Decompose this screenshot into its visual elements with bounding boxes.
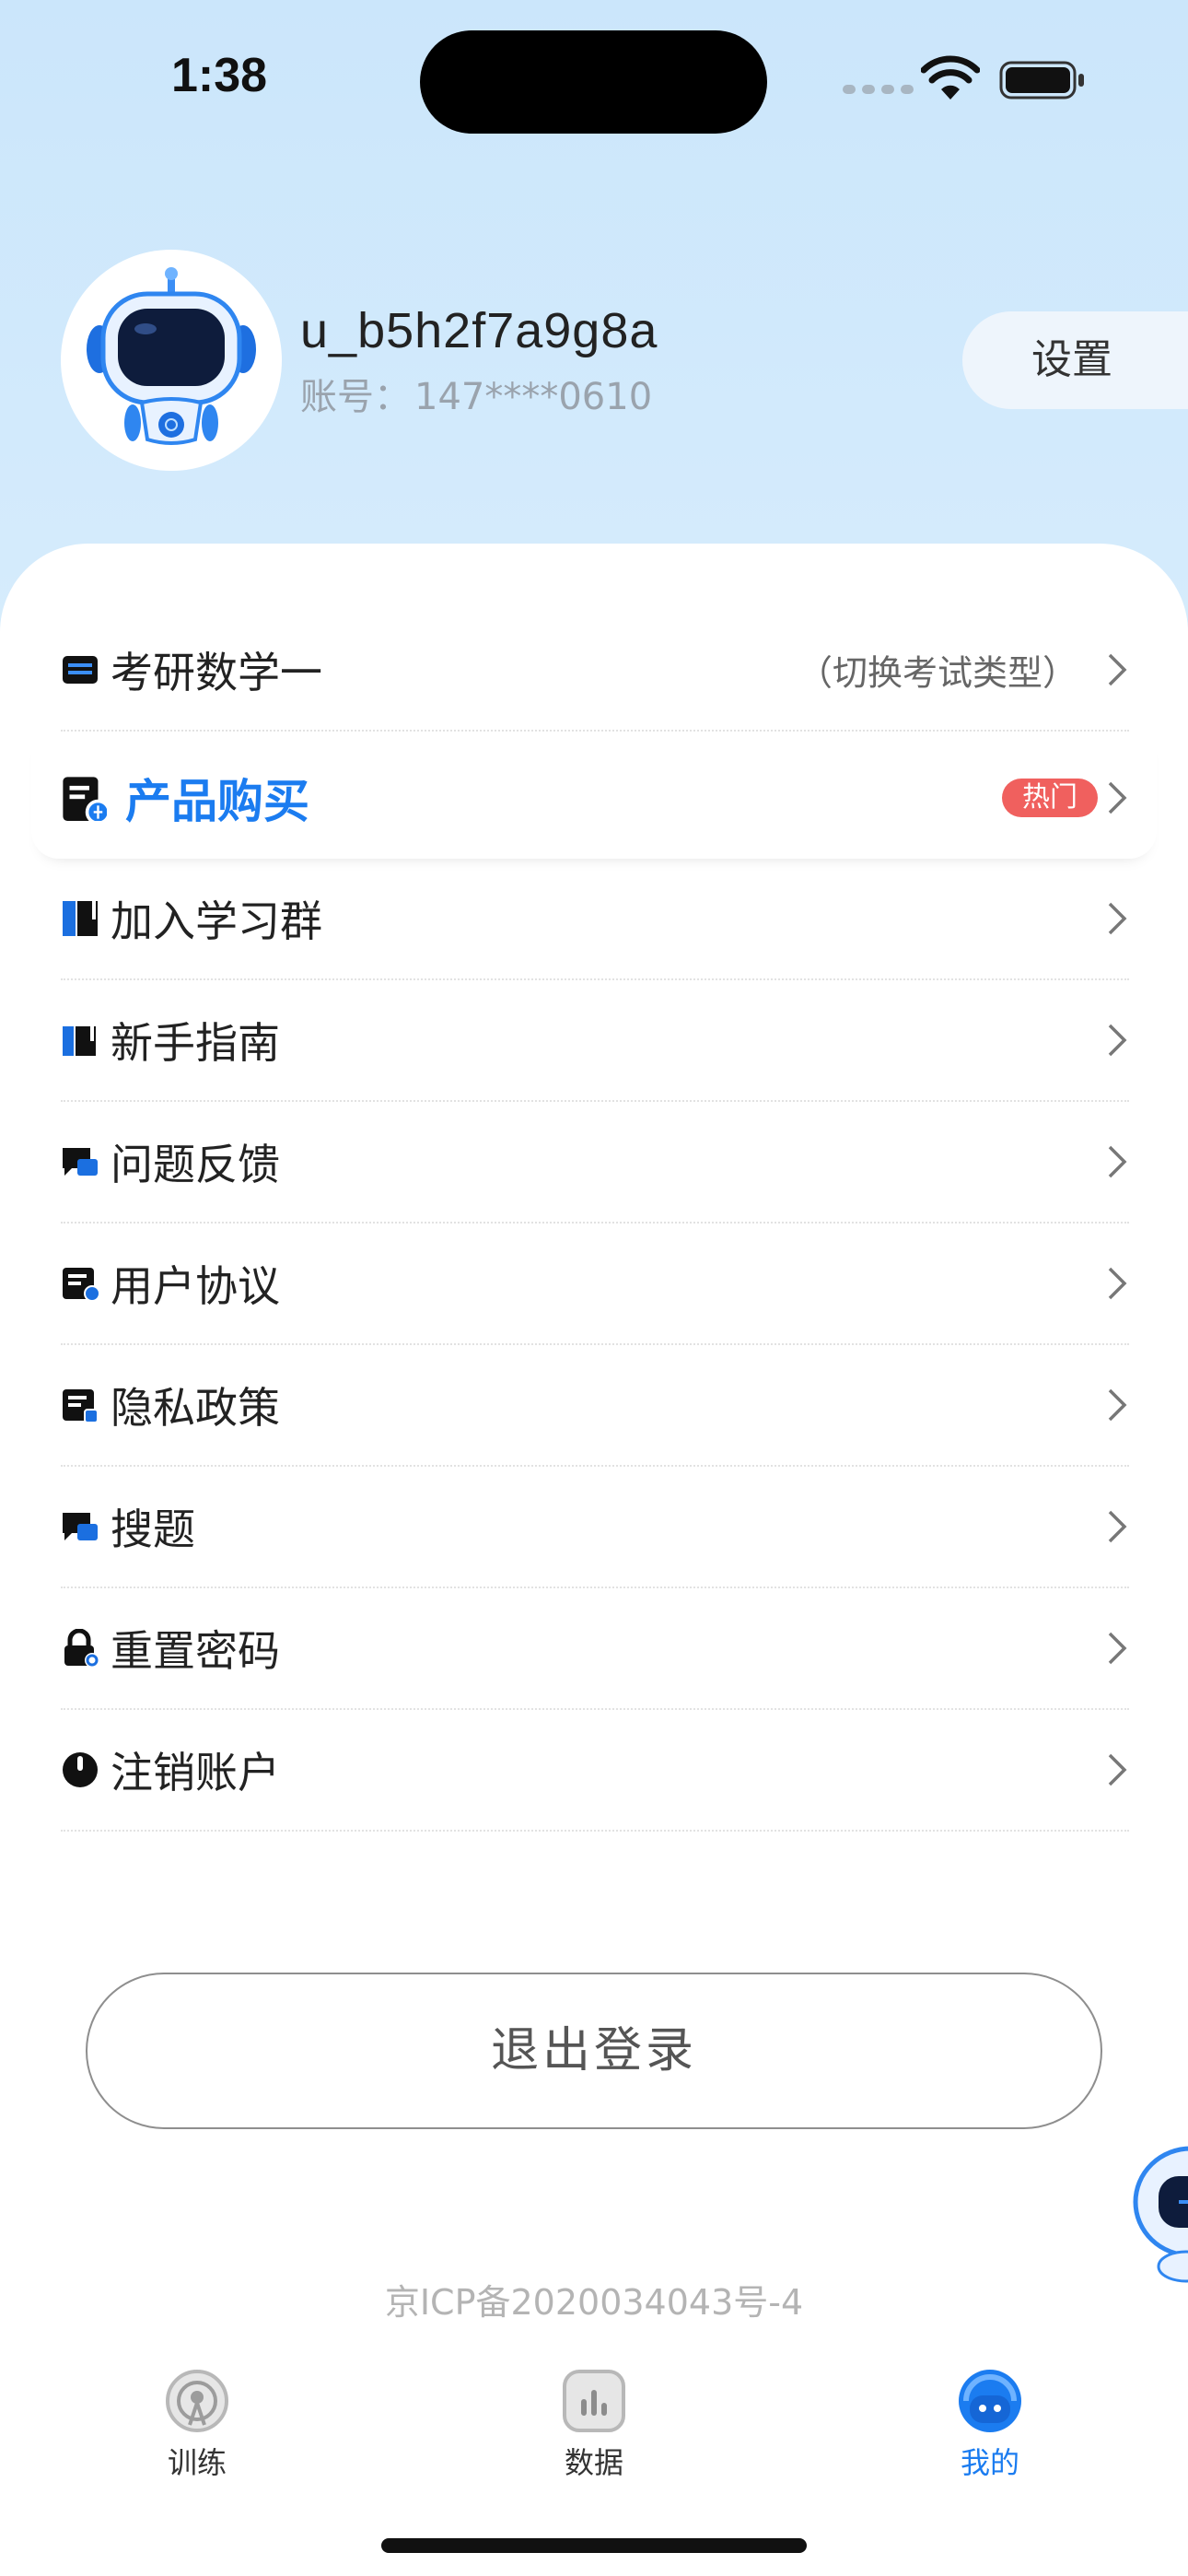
menu-item-search-questions[interactable]: 搜题: [61, 1467, 1129, 1588]
chevron-right-icon: [1108, 1145, 1127, 1178]
product-document-icon: [63, 777, 107, 821]
menu-item-beginner-guide[interactable]: 新手指南: [61, 980, 1129, 1102]
robot-avatar-icon: [87, 267, 256, 445]
account-label: 账号：: [300, 376, 411, 418]
robot-face-icon: [959, 2370, 1021, 2432]
agreement-document-icon: [63, 1268, 99, 1302]
icp-license[interactable]: 京ICP备2020034043号-4: [0, 2274, 1188, 2324]
menu-item-label: 新手指南: [111, 1018, 280, 1068]
menu-item-label: 搜题: [111, 1505, 195, 1554]
tab-label: 我的: [960, 2445, 1019, 2480]
lock-icon: [64, 1629, 99, 1668]
power-icon: [63, 1752, 98, 1787]
switch-exam-hint: （切换考试类型）: [797, 652, 1077, 694]
menu-item-label: 隐私政策: [111, 1383, 280, 1433]
menu-item-reset-password[interactable]: 重置密码: [61, 1588, 1129, 1710]
tab-label: 训练: [167, 2445, 227, 2480]
exam-type-icon: [63, 656, 98, 684]
book-icon: [63, 901, 98, 936]
status-time: 1:38: [171, 49, 268, 102]
floating-robot-assistant-icon[interactable]: [1122, 2128, 1188, 2285]
search-chat-icon: [63, 1513, 98, 1540]
settings-button[interactable]: 设置: [962, 311, 1188, 409]
menu-item-product-purchase[interactable]: 产品购买 热门: [61, 737, 1129, 859]
chevron-right-icon: [1108, 1388, 1127, 1422]
chevron-right-icon: [1108, 1267, 1127, 1300]
radar-icon: [166, 2370, 228, 2432]
tab-label: 数据: [564, 2445, 623, 2480]
menu-item-label: 问题反馈: [111, 1140, 280, 1189]
wifi-icon: [921, 55, 980, 100]
account-value: 147****0610: [414, 376, 653, 418]
chat-bubble-icon: [63, 1148, 98, 1176]
chevron-right-icon: [1108, 781, 1127, 814]
menu-item-label: 用户协议: [111, 1261, 280, 1311]
menu-item-label: 加入学习群: [111, 896, 322, 946]
menu-item-join-study-group[interactable]: 加入学习群: [61, 859, 1129, 980]
menu-item-label: 产品购买: [125, 775, 309, 828]
dynamic-island: [420, 30, 767, 134]
exam-type-row[interactable]: 考研数学一 （切换考试类型）: [61, 610, 1129, 732]
menu-item-privacy-policy[interactable]: 隐私政策: [61, 1345, 1129, 1467]
tab-mine[interactable]: 我的: [898, 2368, 1082, 2482]
chevron-right-icon: [1108, 1510, 1127, 1543]
tab-training[interactable]: 训练: [105, 2368, 289, 2482]
username: u_b5h2f7a9g8a: [300, 303, 658, 358]
menu-item-label: 注销账户: [111, 1748, 280, 1797]
tab-data[interactable]: 数据: [502, 2368, 686, 2482]
bar-chart-icon: [563, 2370, 625, 2432]
chevron-right-icon: [1108, 1753, 1127, 1786]
chevron-right-icon: [1108, 1024, 1127, 1057]
menu-item-label: 重置密码: [111, 1626, 280, 1676]
chevron-right-icon: [1108, 653, 1127, 686]
logout-button[interactable]: 退出登录: [86, 1973, 1102, 2129]
menu-item-cancel-account[interactable]: 注销账户: [61, 1710, 1129, 1832]
chevron-right-icon: [1108, 1632, 1127, 1665]
signal-icon: [843, 85, 914, 94]
battery-icon: [999, 61, 1084, 100]
exam-type-label: 考研数学一: [111, 648, 322, 697]
home-indicator[interactable]: [381, 2538, 807, 2553]
menu-item-feedback[interactable]: 问题反馈: [61, 1102, 1129, 1224]
avatar[interactable]: [61, 250, 282, 471]
guide-book-icon: [63, 1026, 96, 1056]
hot-badge: 热门: [1002, 779, 1098, 817]
account-number: 账号： 147****0610: [300, 367, 652, 420]
chevron-right-icon: [1108, 902, 1127, 935]
privacy-document-icon: [63, 1389, 99, 1423]
menu-item-user-agreement[interactable]: 用户协议: [61, 1224, 1129, 1345]
